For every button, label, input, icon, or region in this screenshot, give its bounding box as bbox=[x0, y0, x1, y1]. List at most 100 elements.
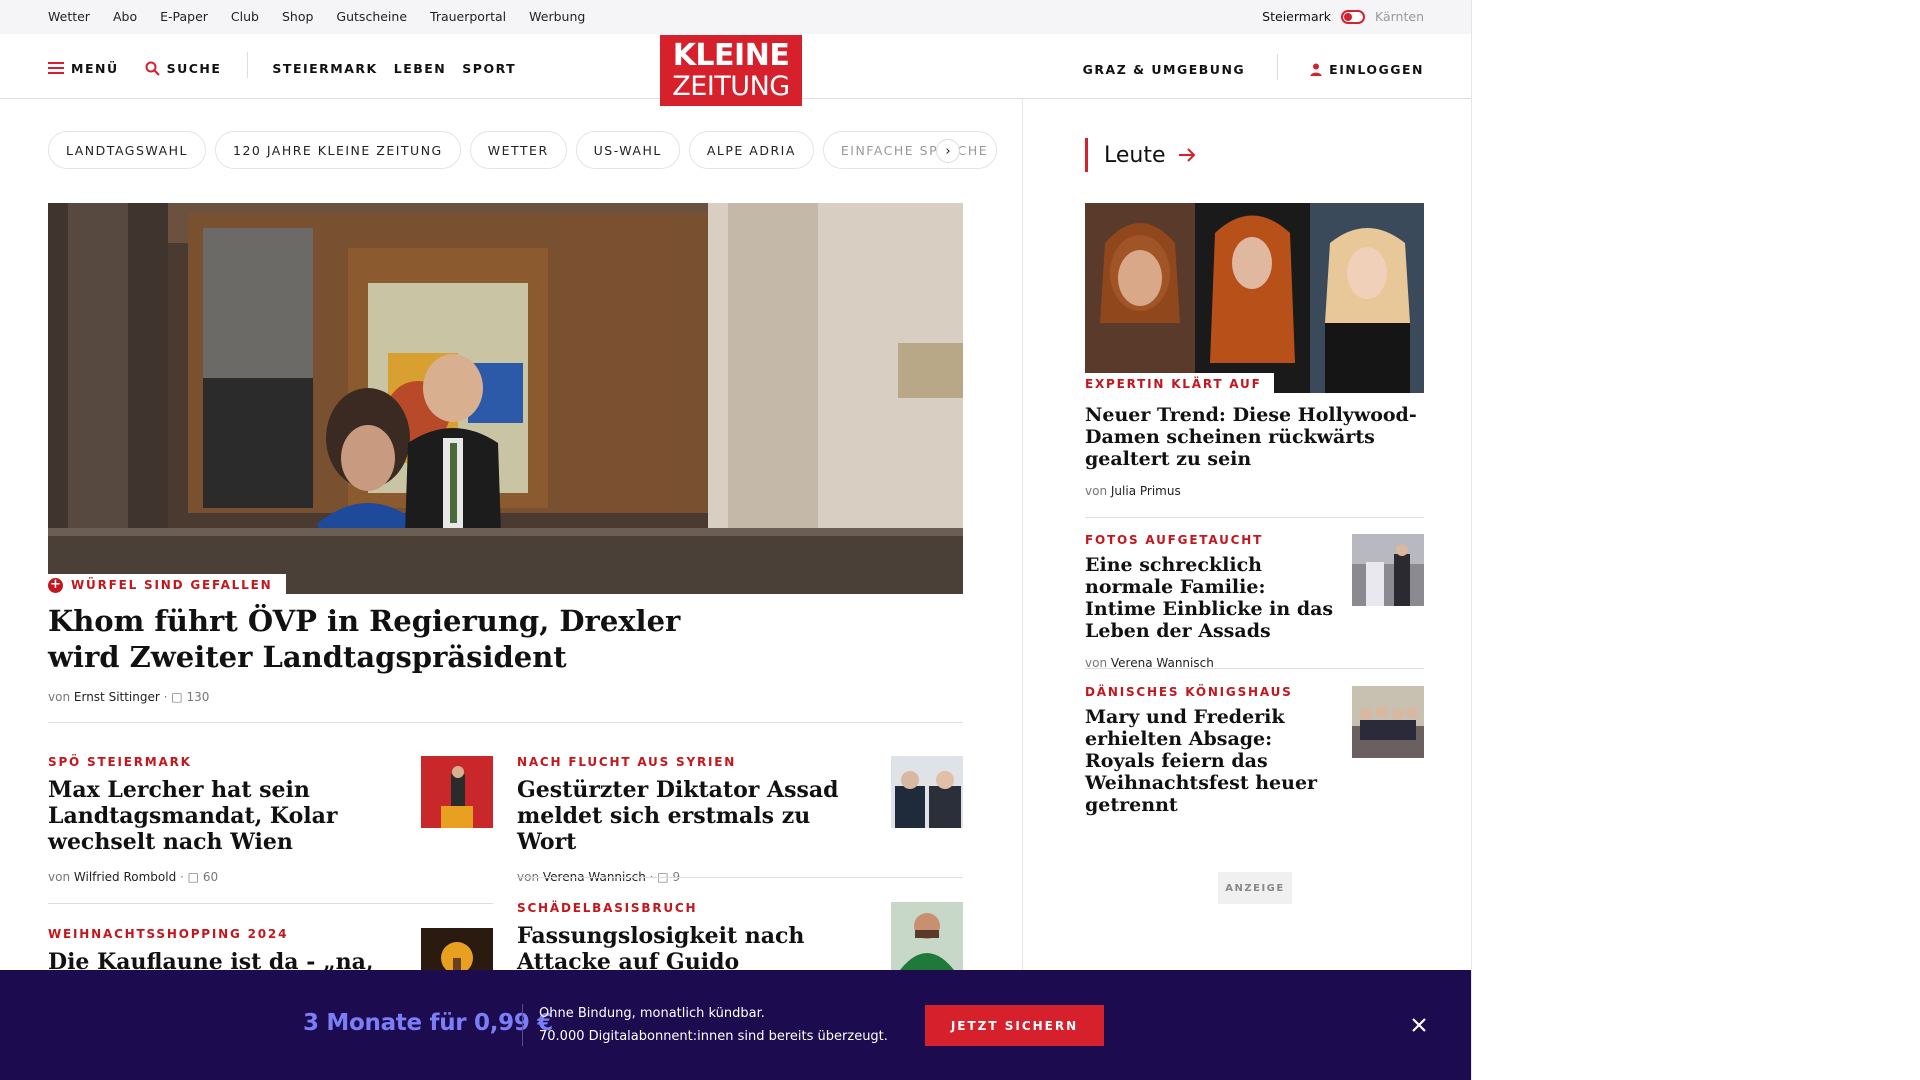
header-divider bbox=[1277, 54, 1279, 80]
byline-prefix: von bbox=[48, 690, 71, 704]
teaser-card[interactable]: WEIHNACHTSSHOPPING 2024 Die Kauflaune is… bbox=[48, 927, 398, 975]
hero-kicker-text: WÜRFEL SIND GEFALLEN bbox=[71, 578, 273, 592]
menu-button[interactable]: MENÜ bbox=[48, 61, 119, 76]
utility-links: Wetter Abo E-Paper Club Shop Gutscheine … bbox=[48, 9, 608, 24]
region-switch: Steiermark Kärnten bbox=[1262, 9, 1424, 24]
promo-cta-button[interactable]: JETZT SICHERN bbox=[925, 1005, 1104, 1046]
main-header: MENÜ SUCHE STEIERMARK LEBEN SPORT KLEINE… bbox=[0, 34, 1471, 106]
search-button[interactable]: SUCHE bbox=[145, 61, 222, 76]
hero-comment-count[interactable]: 130 bbox=[186, 690, 209, 704]
teaser-photo bbox=[891, 756, 963, 828]
utility-link-abo[interactable]: Abo bbox=[113, 9, 137, 24]
sidebar-item-title[interactable]: Eine schrecklich normale Familie: Intime… bbox=[1085, 554, 1335, 642]
sidebar-item[interactable]: DÄNISCHES KÖNIGSHAUS Mary und Frederik e… bbox=[1085, 685, 1335, 816]
comment-icon: □ bbox=[171, 690, 183, 704]
header-nav: MENÜ SUCHE STEIERMARK LEBEN SPORT bbox=[48, 52, 532, 78]
column-divider bbox=[1022, 99, 1023, 1080]
tag-einfache-sprache[interactable]: EINFACHE SPRACHE bbox=[822, 131, 997, 169]
local-edition-link[interactable]: GRAZ & UMGEBUNG bbox=[1083, 62, 1246, 77]
byline-prefix: von bbox=[1085, 484, 1108, 498]
utility-link-shop[interactable]: Shop bbox=[282, 9, 313, 24]
sidebar-item-photo bbox=[1352, 686, 1424, 758]
sidebar-item-title[interactable]: Mary und Frederik erhielten Absage: Roya… bbox=[1085, 706, 1335, 816]
teaser-byline: von Wilfried Rombold · □ 60 bbox=[48, 870, 219, 884]
tag-alpe-adria[interactable]: ALPE ADRIA bbox=[688, 131, 814, 169]
chevron-right-icon: › bbox=[945, 143, 951, 159]
close-icon[interactable] bbox=[1411, 1017, 1427, 1033]
subscription-promo-bar: 3 Monate für 0,99 € Ohne Bindung, monatl… bbox=[0, 970, 1471, 1080]
user-icon bbox=[1310, 63, 1322, 76]
nav-steiermark[interactable]: STEIERMARK bbox=[272, 61, 377, 76]
sidebar-item-thumbnail[interactable] bbox=[1352, 686, 1424, 758]
nav-leben[interactable]: LEBEN bbox=[394, 61, 447, 76]
divider bbox=[1085, 668, 1424, 669]
utility-link-gutscheine[interactable]: Gutscheine bbox=[336, 9, 407, 24]
teaser-card[interactable]: SPÖ STEIERMARK Max Lercher hat sein Land… bbox=[48, 755, 398, 884]
ad-label: ANZEIGE bbox=[1218, 872, 1292, 904]
hero-kicker: + WÜRFEL SIND GEFALLEN bbox=[48, 574, 287, 596]
hero-image[interactable] bbox=[48, 203, 963, 594]
region-toggle[interactable] bbox=[1341, 9, 1365, 24]
tag-us-wahl[interactable]: US-WAHL bbox=[575, 131, 680, 169]
section-title-leute[interactable]: Leute bbox=[1085, 138, 1196, 172]
utility-link-werbung[interactable]: Werbung bbox=[529, 9, 585, 24]
search-icon bbox=[145, 61, 160, 76]
utility-link-club[interactable]: Club bbox=[231, 9, 259, 24]
hero-author[interactable]: Ernst Sittinger bbox=[74, 690, 160, 704]
promo-divider bbox=[522, 1004, 523, 1046]
lead-byline: von Julia Primus bbox=[1085, 484, 1181, 498]
teaser-photo bbox=[891, 902, 963, 974]
topic-tags: LANDTAGSWAHL 120 JAHRE KLEINE ZEITUNG WE… bbox=[48, 131, 997, 169]
nav-divider bbox=[247, 52, 249, 78]
teaser-title[interactable]: Max Lercher hat sein Landtagsmandat, Kol… bbox=[48, 777, 398, 855]
tag-wetter[interactable]: WETTER bbox=[469, 131, 567, 169]
arrow-right-icon bbox=[1178, 148, 1195, 162]
utility-link-wetter[interactable]: Wetter bbox=[48, 9, 90, 24]
region-steiermark[interactable]: Steiermark bbox=[1262, 9, 1331, 24]
byline-prefix: von bbox=[48, 870, 71, 884]
login-label: EINLOGGEN bbox=[1329, 61, 1424, 77]
header-right: GRAZ & UMGEBUNG EINLOGGEN bbox=[1083, 54, 1424, 80]
teaser-comment-count[interactable]: 60 bbox=[203, 870, 218, 884]
promo-price: 3 Monate für 0,99 € bbox=[303, 1010, 553, 1036]
sidebar-item-kicker: FOTOS AUFGETAUCHT bbox=[1085, 533, 1264, 547]
teaser-thumbnail[interactable] bbox=[891, 756, 963, 828]
sidebar-item-photo bbox=[1352, 534, 1424, 606]
site-logo[interactable]: KLEINE ZEITUNG bbox=[660, 35, 802, 106]
sidebar-item-thumbnail[interactable] bbox=[1352, 534, 1424, 606]
hamburger-icon bbox=[48, 62, 64, 74]
logo-line-1: KLEINE bbox=[672, 38, 790, 73]
teaser-thumbnail[interactable] bbox=[891, 902, 963, 974]
utility-link-epaper[interactable]: E-Paper bbox=[160, 9, 208, 24]
lead-title[interactable]: Neuer Trend: Diese Hollywood-Damen schei… bbox=[1085, 404, 1424, 470]
promo-text: Ohne Bindung, monatlich kündbar. 70.000 … bbox=[539, 1002, 888, 1048]
sidebar-item[interactable]: FOTOS AUFGETAUCHT Eine schrecklich norma… bbox=[1085, 533, 1335, 670]
teaser-kicker: SCHÄDELBASISBRUCH bbox=[517, 901, 698, 915]
browser-background bbox=[1472, 0, 1920, 1080]
divider bbox=[517, 877, 963, 878]
lead-author[interactable]: Julia Primus bbox=[1111, 484, 1181, 498]
teaser-title[interactable]: Gestürzter Diktator Assad meldet sich er… bbox=[517, 777, 867, 855]
nav-sport[interactable]: SPORT bbox=[462, 61, 516, 76]
tag-120-jahre[interactable]: 120 JAHRE KLEINE ZEITUNG bbox=[215, 131, 461, 169]
promo-text-line-1: Ohne Bindung, monatlich kündbar. bbox=[539, 1006, 765, 1021]
tag-landtagswahl[interactable]: LANDTAGSWAHL bbox=[48, 131, 206, 169]
divider bbox=[1085, 517, 1424, 518]
section-title-text: Leute bbox=[1104, 142, 1166, 168]
hero-title[interactable]: Khom führt ÖVP in Regierung, Drexler wir… bbox=[48, 603, 688, 675]
utility-link-trauerportal[interactable]: Trauerportal bbox=[430, 9, 506, 24]
login-button[interactable]: EINLOGGEN bbox=[1310, 62, 1424, 77]
teaser-author[interactable]: Wilfried Rombold bbox=[74, 870, 176, 884]
region-kaernten[interactable]: Kärnten bbox=[1375, 9, 1424, 24]
search-label: SUCHE bbox=[166, 60, 222, 76]
lead-photo bbox=[1085, 203, 1424, 393]
teaser-thumbnail[interactable] bbox=[421, 756, 493, 828]
tags-next-button[interactable]: › bbox=[936, 139, 960, 163]
logo-line-2: ZEITUNG bbox=[672, 71, 790, 102]
teaser-kicker: NACH FLUCHT AUS SYRIEN bbox=[517, 755, 737, 769]
lead-image[interactable] bbox=[1085, 203, 1424, 393]
promo-text-line-2: 70.000 Digitalabonnent:innen sind bereit… bbox=[539, 1029, 888, 1044]
teaser-kicker: WEIHNACHTSSHOPPING 2024 bbox=[48, 927, 289, 941]
teaser-photo bbox=[421, 756, 493, 828]
teaser-card[interactable]: NACH FLUCHT AUS SYRIEN Gestürzter Diktat… bbox=[517, 755, 867, 884]
